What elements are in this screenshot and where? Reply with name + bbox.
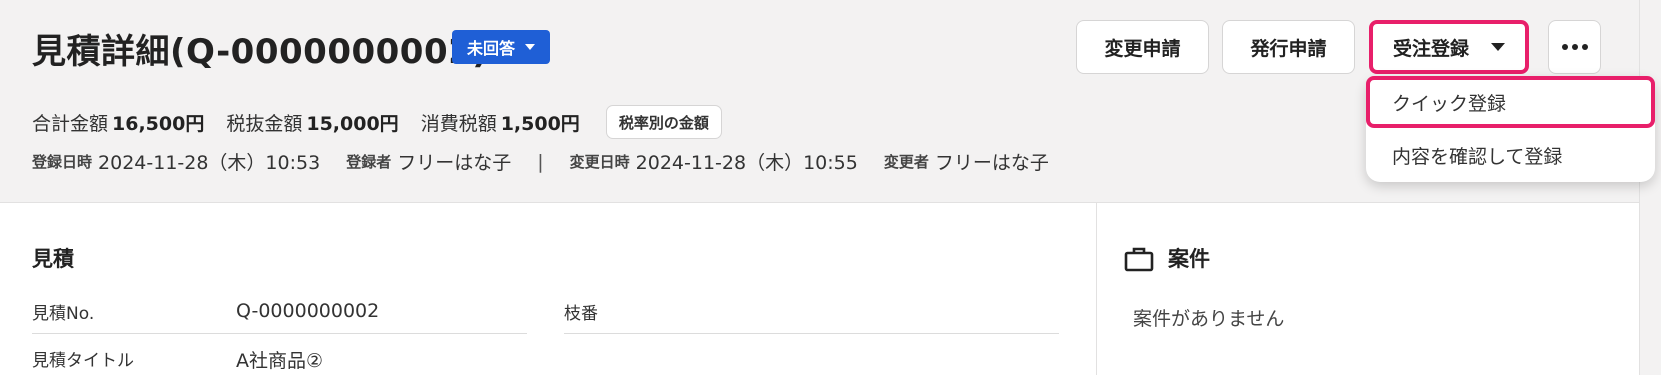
estimate-title-label: 見積タイトル (32, 351, 134, 371)
tax-label: 消費税額 (420, 112, 497, 135)
created-at-value: 2024-11-28（木）10:53 (98, 152, 321, 174)
total-label: 合計金額 (32, 112, 109, 135)
estimate-no-value: Q-0000000002 (236, 300, 380, 322)
chevron-down-icon (1491, 43, 1505, 51)
pretax-value: 15,000円 (306, 112, 399, 135)
scroll-gutter (1639, 0, 1661, 375)
order-register-label: 受注登録 (1392, 37, 1469, 60)
status-dropdown[interactable]: 未回答 (452, 30, 550, 64)
created-at-label: 登録日時 (32, 153, 93, 171)
case-section-title: 案件 (1168, 247, 1210, 271)
amount-summary: 合計金額 16,500円 税抜金額 15,000円 消費税額 1,500円 税率… (32, 105, 722, 139)
updated-at-value: 2024-11-28（木）10:55 (635, 152, 858, 174)
more-icon (1561, 44, 1588, 50)
record-meta: 登録日時 2024-11-28（木）10:53 登録者 フリーはな子 | 変更日… (32, 148, 1075, 175)
issue-request-button[interactable]: 発行申請 (1222, 20, 1355, 74)
total-value: 16,500円 (112, 112, 205, 135)
briefcase-icon (1124, 247, 1154, 272)
more-options-button[interactable] (1548, 20, 1601, 74)
field-divider (32, 333, 527, 334)
panel-divider (1096, 203, 1097, 375)
estimate-no-label: 見積No. (32, 304, 95, 324)
updated-at-label: 変更日時 (569, 153, 630, 171)
estimate-section-title: 見積 (32, 247, 74, 271)
menu-item-confirm-register[interactable]: 内容を確認して登録 (1366, 129, 1655, 182)
field-divider (564, 333, 1059, 334)
meta-separator: | (537, 150, 544, 173)
created-by-label: 登録者 (346, 153, 392, 171)
created-by-value: フリーはな子 (397, 152, 512, 174)
branch-label: 枝番 (564, 304, 598, 324)
tax-value: 1,500円 (500, 112, 580, 135)
pretax-label: 税抜金額 (226, 112, 303, 135)
case-empty-message: 案件がありません (1133, 308, 1285, 330)
page-title: 見積詳細(Q-0000000002) (32, 32, 489, 72)
order-register-button[interactable]: 受注登録 (1369, 20, 1529, 74)
menu-item-quick-register[interactable]: クイック登録 (1366, 76, 1655, 128)
status-label: 未回答 (466, 39, 515, 58)
change-request-button[interactable]: 変更申請 (1076, 20, 1209, 74)
updated-by-value: フリーはな子 (934, 152, 1049, 174)
order-register-menu: クイック登録 内容を確認して登録 (1366, 76, 1655, 182)
estimate-title-value: A社商品② (236, 350, 324, 372)
chevron-down-icon (525, 44, 535, 50)
tax-by-rate-button[interactable]: 税率別の金額 (605, 105, 722, 139)
updated-by-label: 変更者 (883, 153, 929, 171)
